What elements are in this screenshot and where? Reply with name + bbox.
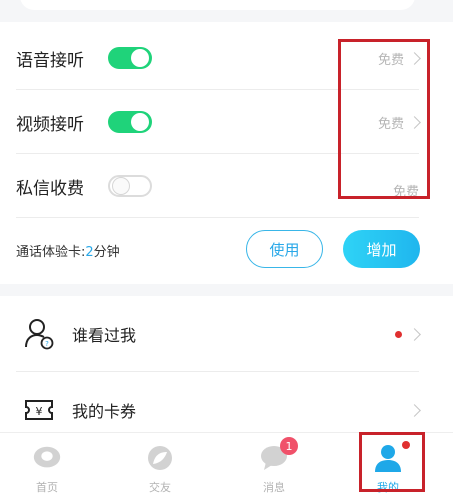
- menu-item-visitors-trailing: [395, 327, 421, 341]
- voice-answer-toggle[interactable]: [108, 47, 152, 69]
- chevron-right-icon: [408, 403, 421, 417]
- use-button[interactable]: 使用: [246, 230, 323, 268]
- previous-card-edge: [0, 0, 453, 22]
- tab-messages[interactable]: 1 消息: [239, 433, 309, 498]
- highlight-box-profile-tab: [359, 432, 425, 492]
- voice-answer-label: 语音接听: [16, 50, 84, 71]
- call-card-text: 通话体验卡:2分钟: [16, 241, 120, 260]
- coupon-icon: ¥: [22, 393, 56, 427]
- tab-messages-label: 消息: [263, 481, 285, 494]
- unread-badge: 1: [280, 437, 298, 455]
- menu-item-coupons-label: 我的卡券: [72, 402, 137, 421]
- highlight-box-prices: [338, 39, 430, 199]
- leaf-icon: [144, 443, 176, 473]
- menu-list: ? 谁看过我 ¥ 我的卡券: [0, 296, 453, 432]
- toggle-knob: [131, 49, 149, 67]
- call-card-suffix: 分钟: [93, 244, 120, 260]
- home-icon: [31, 443, 63, 473]
- visitors-icon: ?: [22, 317, 56, 351]
- video-answer-toggle[interactable]: [108, 111, 152, 133]
- chat-icon: 1: [258, 437, 298, 473]
- section-gap: [0, 284, 453, 296]
- tab-home-label: 首页: [36, 481, 58, 494]
- add-button[interactable]: 增加: [343, 230, 420, 268]
- menu-item-coupons-trailing: [404, 403, 421, 417]
- tab-friends[interactable]: 交友: [125, 433, 195, 498]
- tab-friends-label: 交友: [149, 481, 171, 494]
- menu-item-visitors[interactable]: ? 谁看过我: [16, 296, 421, 372]
- video-answer-label: 视频接听: [16, 114, 84, 135]
- chevron-right-icon: [408, 327, 421, 341]
- svg-text:¥: ¥: [36, 405, 43, 418]
- private-message-label: 私信收费: [16, 178, 84, 199]
- toggle-knob: [131, 113, 149, 131]
- new-visitor-dot: [395, 330, 402, 338]
- tab-home[interactable]: 首页: [12, 433, 82, 498]
- call-card-prefix: 通话体验卡:: [16, 244, 86, 260]
- call-card-minutes: 2: [85, 244, 94, 260]
- svg-text:?: ?: [45, 340, 49, 348]
- card-bottom-edge: [20, 0, 415, 10]
- private-message-toggle[interactable]: [108, 175, 152, 197]
- toggle-knob: [112, 177, 130, 195]
- menu-item-visitors-label: 谁看过我: [72, 326, 137, 345]
